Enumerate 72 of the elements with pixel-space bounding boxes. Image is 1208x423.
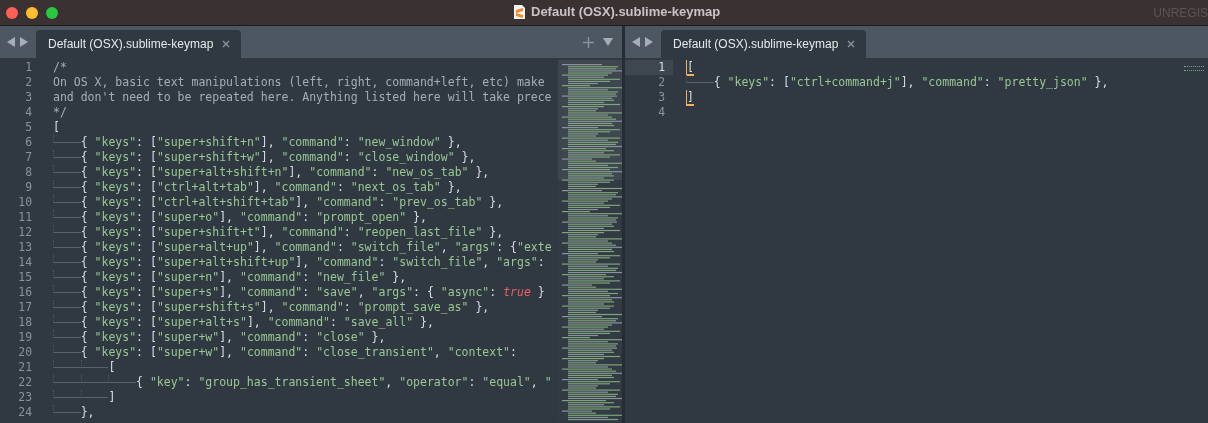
- back-arrow-icon[interactable]: [632, 37, 641, 47]
- code-line: { "keys": ["super+s"], "command": "save", "args": { "async": true }: [53, 285, 545, 299]
- close-icon[interactable]: [847, 40, 855, 48]
- code-line: /*: [53, 60, 67, 74]
- code-line: { "keys": ["ctrl+alt+shift+tab"], "command": "prev_os_tab" },: [53, 195, 504, 209]
- line-number: 16: [17, 285, 33, 300]
- minimap-drawing[interactable]: [558, 60, 622, 422]
- code-line: { "keys": ["super+shift+w"], "command": "close_window" },: [53, 150, 476, 164]
- minimize-window-button[interactable]: [26, 6, 38, 19]
- document-icon: [514, 4, 525, 19]
- code-line: { "keys": ["ctrl+alt+tab"], "command": "next_os_tab" },: [53, 180, 462, 194]
- line-number: 12: [17, 225, 33, 240]
- line-number: 1: [24, 60, 33, 75]
- code-line: On OS X, basic text manipulations (left, right, command+left, etc) make: [53, 75, 545, 89]
- dropdown-icon[interactable]: [603, 38, 613, 46]
- line-number: 3: [24, 90, 33, 105]
- code-line: [: [686, 60, 694, 76]
- code-line: { "keys": ["super+shift+s"], "command": "prompt_save_as" },: [53, 300, 490, 314]
- code-line: */: [53, 105, 67, 119]
- line-number: 17: [17, 300, 33, 315]
- code-line: { "keys": ["super+alt+shift+up"], "command": "switch_file", "args":: [53, 255, 545, 269]
- line-number: 2: [657, 75, 666, 90]
- line-number: 1: [625, 60, 673, 75]
- code-line: { "keys": ["super+w"], "command": "close" },: [53, 330, 386, 344]
- code-line: { "keys": ["super+w"], "command": "close_transient", "context":: [53, 345, 517, 359]
- forward-arrow-icon[interactable]: [19, 37, 28, 47]
- code-line: { "keys": ["super+shift+t"], "command": "reopen_last_file" },: [53, 225, 504, 239]
- line-number: 2: [24, 75, 33, 90]
- close-icon[interactable]: [222, 40, 230, 48]
- code-line: { "keys": ["super+alt+shift+n"], "command": "new_os_tab" },: [53, 165, 490, 179]
- window-title: Default (OSX).sublime-keymap: [531, 4, 721, 19]
- line-number: 5: [24, 120, 33, 135]
- minimap-drawing[interactable]: [1184, 66, 1204, 71]
- code-line: ]: [686, 90, 694, 106]
- line-number: 24: [17, 405, 33, 420]
- line-number: 4: [657, 105, 666, 120]
- line-number: 18: [17, 315, 33, 330]
- code-line: { "keys": ["super+n"], "command": "new_file" },: [53, 270, 407, 284]
- line-number: 3: [657, 90, 666, 105]
- line-number: 13: [17, 240, 33, 255]
- code-line: ]: [53, 390, 116, 404]
- close-window-button[interactable]: [6, 6, 18, 19]
- line-number: 22: [17, 375, 33, 390]
- line-number: 23: [17, 390, 33, 405]
- line-number: 20: [17, 345, 33, 360]
- line-number: 9: [24, 180, 33, 195]
- code-line: { "keys": ["super+alt+s"], "command": "save_all" },: [53, 315, 434, 329]
- code-line: { "keys": ["super+o"], "command": "prompt_open" },: [53, 210, 427, 224]
- plus-icon[interactable]: [583, 36, 594, 48]
- code-line: [: [53, 120, 60, 134]
- line-number: 6: [24, 135, 33, 150]
- code-line: and don't need to be repeated here. Anything listed here will take prece: [53, 90, 552, 104]
- line-number: 7: [24, 150, 33, 165]
- code-line: { "keys": ["super+shift+n"], "command": "new_window" },: [53, 135, 462, 149]
- code-line: { "keys": ["ctrl+command+j"], "command": "pretty_json" },: [686, 75, 1109, 89]
- file-tab[interactable]: Default (OSX).sublime-keymap: [36, 30, 241, 58]
- line-number: 10: [17, 195, 33, 210]
- code-line: { "keys": ["super+alt+up"], "command": "switch_file", "args": {"exte: [53, 240, 552, 254]
- line-number: 4: [24, 105, 33, 120]
- forward-arrow-icon[interactable]: [644, 37, 653, 47]
- zoom-window-button[interactable]: [46, 6, 58, 19]
- line-number: 8: [24, 165, 33, 180]
- code-line: [: [53, 360, 116, 374]
- code-line: { "key": "group_has_transient_sheet", "operator": "equal", ": [53, 375, 552, 389]
- back-arrow-icon[interactable]: [7, 37, 16, 47]
- line-number: 21: [17, 360, 33, 375]
- line-number: 19: [17, 330, 33, 345]
- line-number: 15: [17, 270, 33, 285]
- file-tab[interactable]: Default (OSX).sublime-keymap: [661, 30, 866, 58]
- line-number: 11: [17, 210, 33, 225]
- code-line: },: [53, 405, 95, 419]
- line-number: 14: [17, 255, 33, 270]
